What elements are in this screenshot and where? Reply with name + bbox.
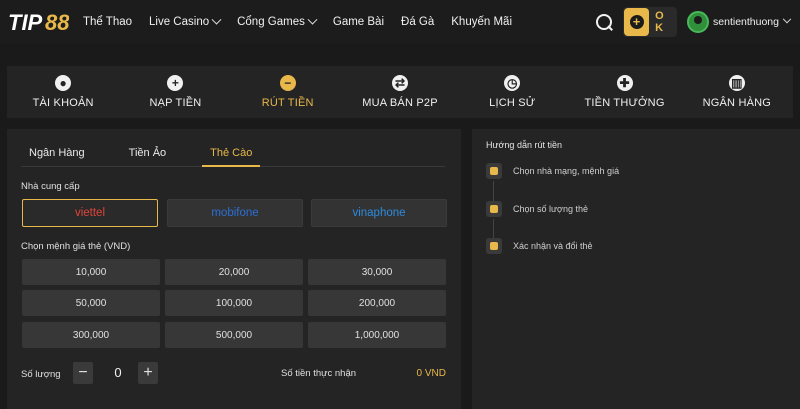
step-connector: [493, 219, 494, 239]
quantity-increase-button[interactable]: +: [138, 362, 158, 384]
chevron-down-icon: [211, 14, 222, 25]
subtab[interactable]: Tiền Ảo: [121, 139, 175, 167]
tab-clock[interactable]: ◷ LỊCH SỬ: [456, 66, 568, 118]
nav-item[interactable]: Live Casino: [149, 14, 222, 28]
denomination-option[interactable]: 300,000: [22, 322, 160, 348]
tab-label: TÀI KHOẢN: [32, 97, 94, 109]
tab-label: MUA BÁN P2P: [362, 97, 438, 109]
nav-item-label: Cổng Games: [237, 16, 305, 28]
plus-icon: +: [167, 75, 184, 91]
withdraw-guide-panel: Hướng dẫn rút tiền Chọn nhà mạng, mệnh g…: [472, 129, 800, 409]
tab-label: TIỀN THƯỞNG: [584, 97, 665, 109]
withdraw-method-tabs: Ngân Hàng Tiền Ảo Thẻ Cào: [21, 139, 445, 167]
nav-item[interactable]: Khuyến Mãi: [451, 16, 512, 28]
provider-label: Nhà cung cấp: [21, 181, 80, 192]
nav-item-label: Game Bài: [332, 16, 385, 28]
guide-title: Hướng dẫn rút tiền: [486, 140, 562, 150]
tab-bank[interactable]: ▥ NGÂN HÀNG: [681, 66, 793, 118]
denomination-option[interactable]: 200,000: [308, 290, 446, 316]
subtab[interactable]: Thẻ Cào: [202, 139, 261, 167]
account-tabs: ● TÀI KHOẢN + NẠP TIỀN − RÚT TIỀN ⇄ MUA BÁN P2P…: [7, 66, 793, 118]
svg-text:TIP: TIP: [8, 10, 43, 35]
wallet-icon: [486, 201, 502, 217]
minus-icon: −: [279, 75, 296, 91]
exchange-icon: ⇄: [391, 75, 408, 91]
gift-icon: ✚: [616, 75, 633, 91]
phone-card-icon: [486, 238, 502, 254]
ok-label: O K: [655, 10, 665, 34]
bank-icon: ▥: [728, 75, 745, 91]
chevron-down-icon[interactable]: [782, 14, 792, 24]
denomination-option[interactable]: 30,000: [308, 259, 446, 285]
nav-item[interactable]: Thể Thao: [83, 16, 132, 28]
search-icon[interactable]: [594, 12, 614, 32]
tab-user[interactable]: ● TÀI KHOẢN: [7, 66, 119, 118]
guide-step-text: Xác nhận và đổi thẻ: [513, 241, 593, 251]
receive-amount-label: Số tiền thực nhận: [281, 368, 357, 379]
guide-step-text: Chọn nhà mạng, mệnh giá: [513, 166, 620, 176]
card-check-icon: [486, 163, 502, 179]
guide-step: Chọn nhà mạng, mệnh giá: [486, 163, 619, 179]
quantity-decrease-button[interactable]: −: [73, 362, 93, 384]
clock-icon: ◷: [504, 75, 521, 91]
denomination-option[interactable]: 1,000,000: [308, 322, 446, 348]
nav-item-label: Đá Gà: [401, 16, 435, 28]
nav-item-label: Khuyến Mãi: [451, 16, 512, 28]
subtab[interactable]: Ngân Hàng: [21, 139, 93, 167]
provider-viettel[interactable]: viettel: [22, 199, 158, 227]
denomination-label: Chọn mệnh giá thẻ (VND): [21, 241, 131, 252]
nav-item[interactable]: Cổng Games: [237, 14, 318, 28]
username[interactable]: sentienthuong: [713, 16, 779, 28]
tab-plus[interactable]: + NẠP TIỀN: [119, 66, 231, 118]
tab-label: RÚT TIỀN: [261, 97, 314, 109]
main-nav: Thể Thao Live Casino Cổng Games Game Bài Đá …: [83, 0, 529, 44]
tab-minus[interactable]: − RÚT TIỀN: [232, 66, 344, 118]
guide-step-text: Chọn số lượng thẻ: [513, 204, 588, 214]
user-icon: ●: [55, 75, 72, 91]
denomination-option[interactable]: 20,000: [165, 259, 303, 285]
receive-amount-value: 0 VND: [416, 368, 446, 379]
tab-gift[interactable]: ✚ TIỀN THƯỞNG: [568, 66, 680, 118]
provider-mobifone[interactable]: mobifone: [167, 199, 303, 227]
quantity-label: Số lượng: [21, 369, 61, 380]
withdraw-panel: Ngân Hàng Tiền Ảo Thẻ Cào Nhà cung cấp vie…: [7, 129, 461, 409]
plus-icon: +: [624, 8, 650, 36]
nav-item-label: Live Casino: [149, 16, 210, 28]
nav-item-label: Thể Thao: [83, 16, 133, 28]
nav-item[interactable]: Game Bài: [333, 16, 384, 28]
chevron-down-icon: [307, 14, 318, 25]
avatar[interactable]: [687, 11, 710, 33]
top-navbar: TIP 88 Thể Thao Live Casino Cổng Games Game…: [0, 0, 800, 44]
tab-label: LỊCH SỬ: [489, 97, 536, 109]
tab-exchange[interactable]: ⇄ MUA BÁN P2P: [344, 66, 456, 118]
nav-item[interactable]: Đá Gà: [401, 16, 434, 28]
denomination-option[interactable]: 50,000: [22, 290, 160, 316]
guide-step: Chọn số lượng thẻ: [486, 201, 588, 217]
guide-step: Xác nhận và đổi thẻ: [486, 238, 593, 254]
denomination-option[interactable]: 500,000: [165, 322, 303, 348]
tab-label: NGÂN HÀNG: [702, 97, 772, 109]
step-connector: [493, 181, 494, 203]
brand-logo[interactable]: TIP 88: [7, 7, 69, 37]
svg-text:88: 88: [45, 10, 69, 35]
denomination-option[interactable]: 10,000: [22, 259, 160, 285]
deposit-ok-button[interactable]: + O K: [623, 7, 678, 37]
provider-vinaphone[interactable]: vinaphone: [311, 199, 447, 227]
tab-label: NẠP TIỀN: [149, 97, 202, 109]
denomination-option[interactable]: 100,000: [165, 290, 303, 316]
quantity-value[interactable]: 0: [110, 365, 126, 380]
